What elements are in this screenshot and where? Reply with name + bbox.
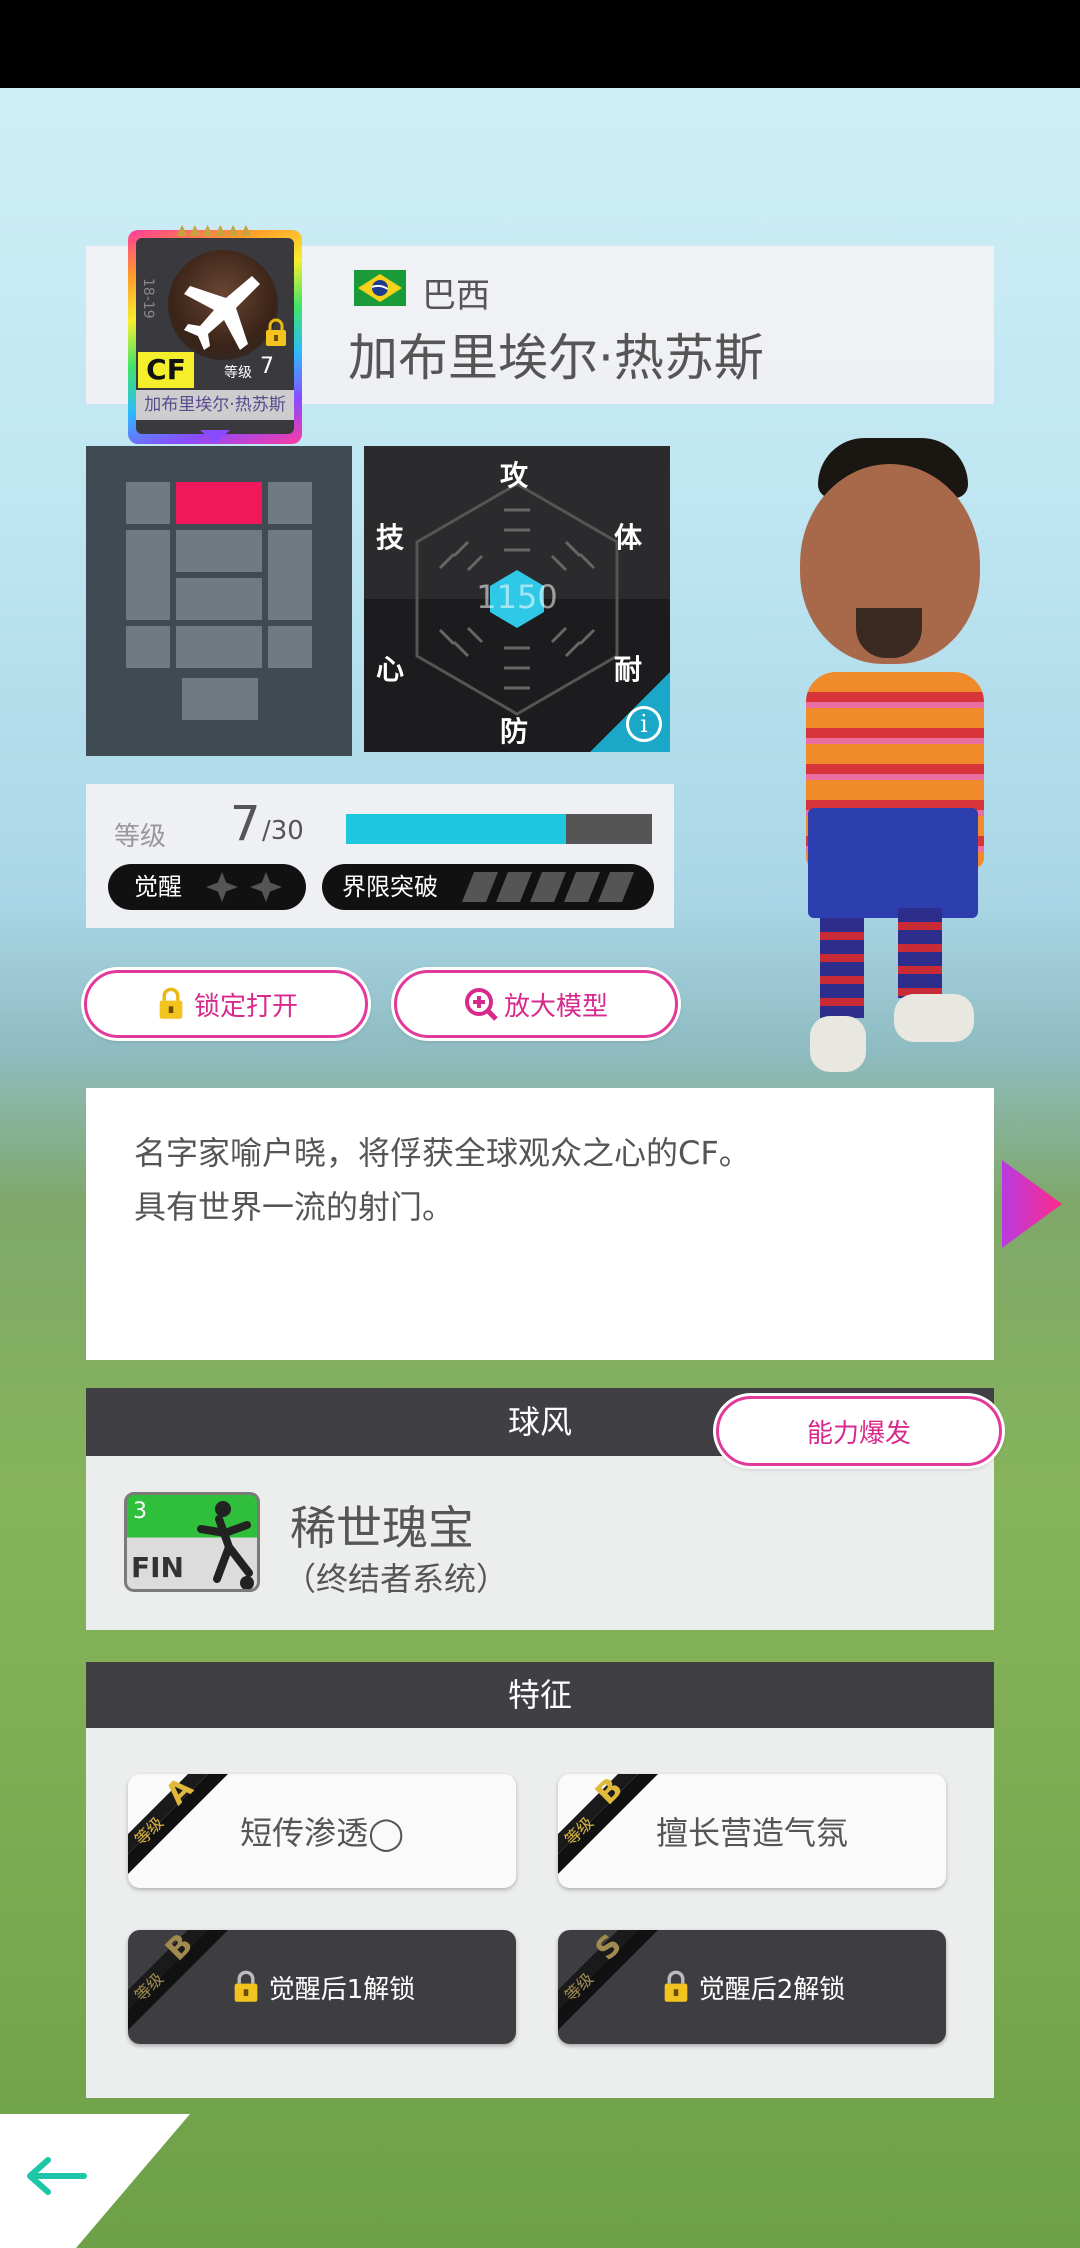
card-level: 7 bbox=[260, 354, 274, 379]
position-highlight bbox=[176, 482, 262, 524]
description-panel: 名字家喻户晓，将俘获全球观众之心的CF。 具有世界一流的射门。 bbox=[86, 1088, 994, 1360]
lock-toggle-label: 锁定打开 bbox=[193, 991, 298, 1022]
level-progress-fill bbox=[346, 814, 567, 844]
radar-label-attack: 攻 bbox=[500, 459, 529, 492]
play-style-subtitle: （终结者系统） bbox=[284, 1560, 509, 1598]
traits-panel: 特征 等级 A 短传渗透◯ 等级 B 擅长营造气氛 等级 B 觉醒后1解锁 等级… bbox=[86, 1662, 994, 2098]
card-position: CF bbox=[138, 352, 194, 388]
zoom-in-icon bbox=[464, 988, 498, 1021]
level-current: 7 bbox=[230, 796, 261, 852]
info-icon[interactable]: i bbox=[626, 706, 662, 742]
player-3d-model[interactable] bbox=[760, 438, 1010, 1088]
trait-text: 觉醒后2解锁 bbox=[698, 1974, 846, 2005]
radar-label-endurance: 耐 bbox=[614, 653, 643, 686]
level-panel: 等级 7 /30 觉醒 界限突破 bbox=[86, 784, 674, 928]
ability-burst-label: 能力爆发 bbox=[806, 1418, 911, 1449]
card-lock-icon bbox=[264, 318, 288, 348]
back-button[interactable] bbox=[0, 2114, 190, 2248]
awaken-pill: 觉醒 bbox=[108, 864, 306, 910]
radar-label-defense: 防 bbox=[500, 715, 529, 748]
limit-break-label: 界限突破 bbox=[342, 873, 438, 901]
kicking-player-icon bbox=[197, 1501, 254, 1589]
card-stars: ▲▲▲▲▲▲ bbox=[176, 222, 254, 238]
card-season: 18-19 bbox=[140, 278, 156, 319]
awaken-label: 觉醒 bbox=[134, 873, 182, 901]
next-arrow-icon[interactable] bbox=[1002, 1160, 1062, 1248]
traits-header: 特征 bbox=[86, 1662, 994, 1728]
card-level-label: 等级 bbox=[224, 365, 252, 381]
card-name: 加布里埃尔·热苏斯 bbox=[136, 390, 294, 420]
trait-card[interactable]: 等级 A 短传渗透◯ bbox=[128, 1774, 516, 1888]
description-line-1: 名字家喻户晓，将俘获全球观众之心的CF。 bbox=[134, 1134, 751, 1172]
radar-label-mental: 心 bbox=[376, 653, 405, 686]
position-map bbox=[86, 446, 352, 756]
play-style-title: 球风 bbox=[507, 1403, 572, 1441]
player-name: 加布里埃尔·热苏斯 bbox=[348, 329, 764, 387]
back-arrow-icon bbox=[27, 2157, 87, 2195]
trait-card[interactable]: 等级 B 擅长营造气氛 bbox=[558, 1774, 946, 1888]
ability-burst-button[interactable]: 能力爆发 bbox=[716, 1396, 1002, 1466]
zoom-model-label: 放大模型 bbox=[503, 991, 608, 1022]
description-line-2: 具有世界一流的射门。 bbox=[134, 1188, 455, 1226]
player-country: 巴西 bbox=[422, 276, 490, 316]
trait-text: 觉醒后1解锁 bbox=[268, 1974, 416, 2005]
lock-open-icon bbox=[159, 987, 183, 1019]
level-max: /30 bbox=[262, 816, 304, 846]
trait-text: 短传渗透◯ bbox=[240, 1814, 404, 1852]
play-style-badge: 3 FIN bbox=[124, 1492, 260, 1592]
stat-radar[interactable]: 攻 体 耐 防 心 技 1150 i bbox=[364, 446, 670, 752]
radar-label-stamina: 体 bbox=[614, 521, 643, 554]
play-style-badge-level: 3 bbox=[133, 1499, 147, 1524]
zoom-model-button[interactable]: 放大模型 bbox=[394, 970, 678, 1038]
trait-card-locked[interactable]: 等级 B 觉醒后1解锁 bbox=[128, 1930, 516, 2044]
radar-label-technique: 技 bbox=[376, 521, 405, 554]
lock-toggle-button[interactable]: 锁定打开 bbox=[84, 970, 368, 1038]
level-label: 等级 bbox=[114, 822, 167, 852]
brazil-flag-icon bbox=[354, 270, 406, 306]
airplane-icon bbox=[174, 262, 274, 362]
trait-text: 擅长营造气氛 bbox=[655, 1814, 848, 1852]
play-style-name: 稀世瑰宝 bbox=[290, 1501, 474, 1555]
limit-break-pill: 界限突破 bbox=[322, 864, 654, 910]
radar-total: 1150 bbox=[476, 578, 558, 616]
level-progress-bar bbox=[346, 814, 652, 844]
player-card[interactable]: ▲▲▲▲▲▲ 18-19 CF 等级 7 加布里埃尔·热苏斯 bbox=[128, 222, 302, 444]
play-style-badge-code: FIN bbox=[131, 1551, 184, 1584]
trait-card-locked[interactable]: 等级 S 觉醒后2解锁 bbox=[558, 1930, 946, 2044]
traits-title: 特征 bbox=[507, 1676, 572, 1714]
